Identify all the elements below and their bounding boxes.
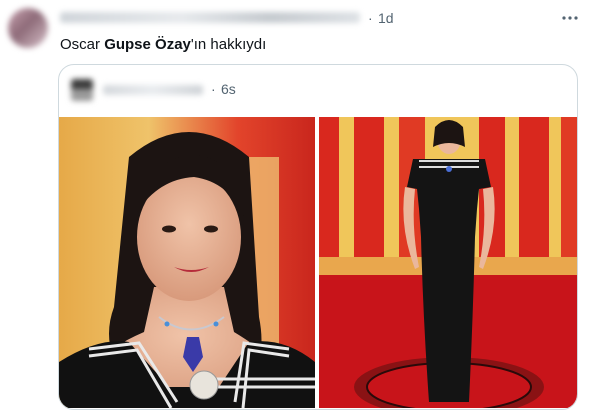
quoted-photo-closeup[interactable]: [59, 117, 315, 408]
quoted-author-name-redacted[interactable]: [103, 85, 203, 95]
author-name-redacted[interactable]: [60, 12, 360, 23]
quoted-photo-full-length[interactable]: [319, 117, 577, 408]
separator-dot: ·: [368, 10, 373, 26]
tweet-text-suffix: 'ın hakkıydı: [190, 36, 267, 53]
author-avatar[interactable]: [8, 8, 48, 48]
quoted-author-avatar[interactable]: [71, 79, 93, 101]
timestamp[interactable]: 1d: [378, 10, 394, 26]
quoted-separator-dot: ·: [211, 81, 216, 97]
more-horizontal-icon[interactable]: [560, 8, 580, 28]
quoted-timestamp[interactable]: 6s: [221, 81, 236, 97]
quoted-tweet[interactable]: · 6s: [58, 64, 578, 410]
tweet-text-prefix: Oscar: [60, 36, 105, 53]
tweet-text-bold: Gupse Özay: [104, 36, 191, 53]
tweet-text: Oscar Gupse Özay'ın hakkıydı: [60, 36, 266, 53]
